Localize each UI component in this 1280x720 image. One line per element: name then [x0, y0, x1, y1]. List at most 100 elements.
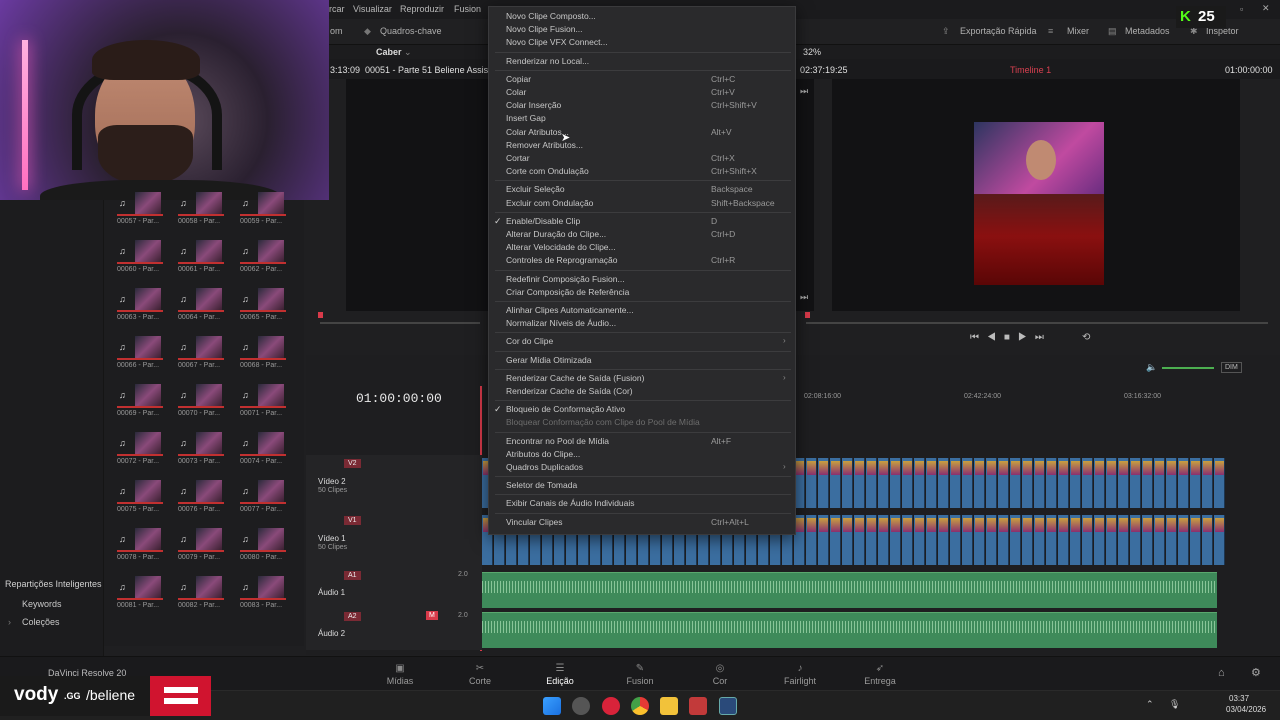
- quick-export-button[interactable]: Exportação Rápida: [960, 26, 1037, 36]
- video-clip[interactable]: [866, 458, 877, 508]
- video-clip[interactable]: [1166, 458, 1177, 508]
- context-menu-item[interactable]: Vincular Clipes: [506, 517, 563, 527]
- app-icon[interactable]: [572, 697, 590, 715]
- track-id-v1[interactable]: V1: [344, 516, 361, 525]
- video-clip[interactable]: [1094, 515, 1105, 565]
- clock-time[interactable]: 03:37: [1229, 694, 1249, 703]
- video-clip[interactable]: [1046, 515, 1057, 565]
- context-menu-item[interactable]: Novo Clipe VFX Connect...: [506, 37, 608, 47]
- resolve-icon[interactable]: [719, 697, 737, 715]
- video-clip[interactable]: [974, 515, 985, 565]
- video-clip[interactable]: [1154, 515, 1165, 565]
- clock-date[interactable]: 03/04/2026: [1226, 705, 1266, 714]
- collections-bin[interactable]: Coleções: [22, 617, 60, 627]
- video-clip[interactable]: [1142, 458, 1153, 508]
- context-menu-item[interactable]: Cor do Clipe: [506, 336, 553, 346]
- video-clip[interactable]: [1154, 458, 1165, 508]
- folder-icon[interactable]: [660, 697, 678, 715]
- video-clip[interactable]: [1070, 458, 1081, 508]
- track-a2-clips[interactable]: [482, 612, 1217, 648]
- source-playhead[interactable]: [318, 312, 323, 318]
- context-menu-item[interactable]: Quadros Duplicados: [506, 462, 583, 472]
- video-clip[interactable]: [1022, 515, 1033, 565]
- media-clip-thumb[interactable]: ♫ 00077 - Par...: [240, 478, 286, 513]
- video-clip[interactable]: [1022, 458, 1033, 508]
- smart-bins-header[interactable]: Repartições Inteligentes: [5, 579, 102, 589]
- video-clip[interactable]: [926, 458, 937, 508]
- video-clip[interactable]: [1034, 458, 1045, 508]
- keyframes-button[interactable]: Quadros-chave: [380, 26, 442, 36]
- video-clip[interactable]: [1178, 458, 1189, 508]
- volume-slider[interactable]: [1162, 367, 1214, 369]
- track-id-v2[interactable]: V2: [344, 459, 361, 468]
- context-menu-item[interactable]: Colar Inserção: [506, 100, 561, 110]
- video-clip[interactable]: [974, 458, 985, 508]
- keywords-bin[interactable]: Keywords: [22, 599, 62, 609]
- media-clip-thumb[interactable]: ♫ 00068 - Par...: [240, 334, 286, 369]
- video-clip[interactable]: [1214, 515, 1225, 565]
- media-clip-thumb[interactable]: ♫ 00062 - Par...: [240, 238, 286, 273]
- media-clip-thumb[interactable]: ♫ 00059 - Par...: [240, 190, 286, 225]
- video-clip[interactable]: [1082, 458, 1093, 508]
- media-clip-thumb[interactable]: ♫ 00074 - Par...: [240, 430, 286, 465]
- tab-deliver[interactable]: ➶ Entrega: [840, 663, 920, 686]
- video-clip[interactable]: [950, 458, 961, 508]
- video-clip[interactable]: [986, 458, 997, 508]
- chevron-right-icon[interactable]: ›: [8, 617, 11, 627]
- menu-edit[interactable]: rcar: [329, 4, 345, 14]
- video-clip[interactable]: [878, 515, 889, 565]
- media-clip-thumb[interactable]: ♫ 00082 - Par...: [178, 574, 224, 609]
- video-clip[interactable]: [806, 458, 817, 508]
- media-clip-thumb[interactable]: ♫ 00066 - Par...: [117, 334, 163, 369]
- context-menu-item[interactable]: Criar Composição de Referência: [506, 287, 629, 297]
- video-clip[interactable]: [962, 458, 973, 508]
- close-icon[interactable]: ✕: [1262, 3, 1270, 14]
- program-scrubber[interactable]: [806, 322, 1268, 324]
- video-clip[interactable]: [1178, 515, 1189, 565]
- media-clip-thumb[interactable]: ♫ 00070 - Par...: [178, 382, 224, 417]
- chevron-up-icon[interactable]: ⌃: [1146, 699, 1154, 710]
- context-menu-item[interactable]: Copiar: [506, 74, 531, 84]
- context-menu-item[interactable]: Exibir Canais de Áudio Individuais: [506, 498, 635, 508]
- media-clip-thumb[interactable]: ♫ 00067 - Par...: [178, 334, 224, 369]
- video-clip[interactable]: [902, 458, 913, 508]
- video-clip[interactable]: [1058, 458, 1069, 508]
- video-clip[interactable]: [998, 515, 1009, 565]
- volume-icon[interactable]: 🔈: [1146, 362, 1157, 373]
- context-menu-item[interactable]: Gerar Mídia Otimizada: [506, 355, 592, 365]
- media-clip-thumb[interactable]: ♫ 00079 - Par...: [178, 526, 224, 561]
- video-clip[interactable]: [938, 515, 949, 565]
- media-clip-thumb[interactable]: ♫ 00057 - Par...: [117, 190, 163, 225]
- mixer-button[interactable]: Mixer: [1067, 26, 1089, 36]
- app-icon[interactable]: [689, 697, 707, 715]
- video-clip[interactable]: [914, 515, 925, 565]
- video-clip[interactable]: [1046, 458, 1057, 508]
- context-menu-item[interactable]: Atributos do Clipe...: [506, 449, 580, 459]
- track-id-a2[interactable]: A2: [344, 612, 361, 621]
- menu-fusion[interactable]: Fusion: [454, 4, 481, 14]
- context-menu-item[interactable]: Enable/Disable Clip: [506, 216, 580, 226]
- windows-start-icon[interactable]: [543, 697, 561, 715]
- media-clip-thumb[interactable]: ♫ 00071 - Par...: [240, 382, 286, 417]
- media-clip-thumb[interactable]: ♫ 00080 - Par...: [240, 526, 286, 561]
- video-clip[interactable]: [1010, 515, 1021, 565]
- zoom-dropdown[interactable]: 32%: [803, 47, 821, 57]
- context-menu-item[interactable]: Novo Clipe Composto...: [506, 11, 596, 21]
- video-clip[interactable]: [1190, 458, 1201, 508]
- fit-dropdown[interactable]: Caber: [376, 47, 402, 57]
- minimize-icon[interactable]: ▫: [1240, 4, 1243, 14]
- media-clip-thumb[interactable]: ♫ 00073 - Par...: [178, 430, 224, 465]
- video-clip[interactable]: [818, 515, 829, 565]
- video-clip[interactable]: [1094, 458, 1105, 508]
- video-clip[interactable]: [890, 515, 901, 565]
- video-clip[interactable]: [830, 515, 841, 565]
- tab-edit[interactable]: ☰ Edição: [520, 663, 600, 693]
- tab-fairlight[interactable]: ♪ Fairlight: [760, 663, 840, 686]
- track-id-a1[interactable]: A1: [344, 571, 361, 580]
- video-clip[interactable]: [1118, 458, 1129, 508]
- context-menu-item[interactable]: Encontrar no Pool de Mídia: [506, 436, 609, 446]
- context-menu-item[interactable]: Insert Gap: [506, 113, 546, 123]
- context-menu-item[interactable]: Renderizar Cache de Saída (Cor): [506, 386, 633, 396]
- timeline-name[interactable]: Timeline 1: [1010, 65, 1051, 75]
- video-clip[interactable]: [914, 458, 925, 508]
